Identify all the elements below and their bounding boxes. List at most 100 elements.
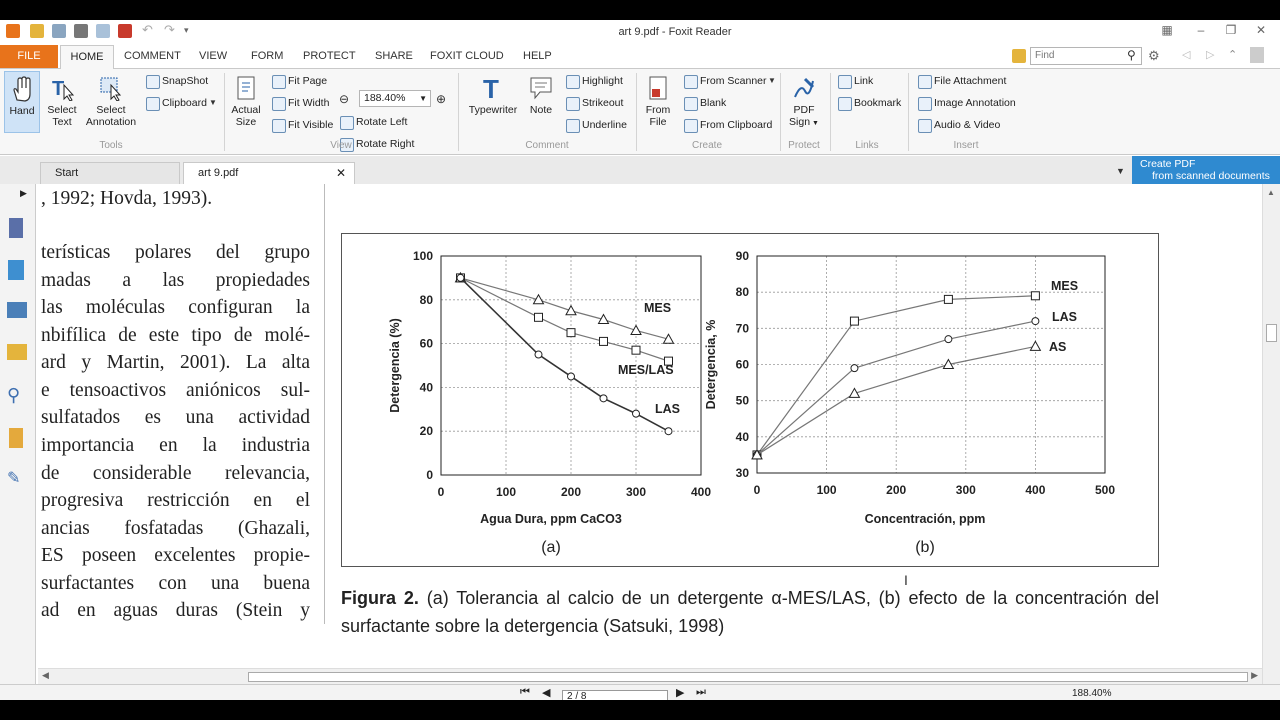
attachments-icon[interactable]: ⚲ [7,386,27,406]
foxit-reader-window: ↶ ↷ ▾ art 9.pdf - Foxit Reader ▦ – ❐ ✕ F… [0,20,1280,700]
tab-document-label: art 9.pdf [198,167,239,179]
snapshot-button[interactable]: SnapShot [146,73,208,89]
page-number-input[interactable]: 2 / 8 [562,690,668,700]
tab-home[interactable]: HOME [60,45,114,70]
actual-size-button[interactable]: Actual Size [228,75,264,128]
scroll-up-icon[interactable]: ▲ [1267,188,1275,197]
tab-document[interactable]: art 9.pdf ✕ [183,162,355,185]
typewriter-icon: T [483,75,499,101]
bookmark-button[interactable]: Bookmark [838,95,901,111]
from-clipboard-button[interactable]: From Clipboard [684,117,772,133]
security-icon[interactable] [9,428,23,448]
text-line: ard y Martin, 2001). La alta [41,352,310,373]
document-view[interactable]: , 1992; Hovda, 1993). terísticas polares … [38,184,1260,688]
bookmarks-icon[interactable] [9,218,23,238]
fit-visible-button[interactable]: Fit Visible [272,117,333,133]
hand-button[interactable]: Hand [4,71,40,133]
x-tick-label: 100 [496,485,516,499]
vertical-scroll-thumb[interactable] [1266,324,1277,342]
tab-file[interactable]: FILE [0,45,58,68]
horizontal-scrollbar[interactable]: ◀ ▶ [38,668,1262,684]
signatures-icon[interactable]: ✎ [7,470,27,490]
scroll-right-icon[interactable]: ▶ [1251,670,1258,681]
underline-button[interactable]: Underline [566,117,627,133]
gear-icon[interactable]: ⚙ [1148,48,1160,64]
create-pdf-banner[interactable]: Create PDF from scanned documents [1132,156,1280,184]
tab-foxit-cloud[interactable]: FOXIT CLOUD [430,50,504,62]
close-tab-icon[interactable]: ✕ [336,163,346,183]
from-scanner-button[interactable]: From Scanner [684,73,767,89]
tab-view[interactable]: VIEW [199,50,227,62]
previous-page-icon[interactable]: ◀ [542,686,550,699]
first-page-icon[interactable]: ⏮ [520,686,530,699]
search-icon[interactable]: ⚲ [1127,48,1136,62]
highlight-button[interactable]: Highlight [566,73,623,89]
typewriter-button[interactable]: T Typewriter [464,75,522,116]
pages-icon[interactable] [8,260,24,280]
horizontal-scroll-thumb[interactable] [248,672,1248,682]
collapse-ribbon-icon[interactable]: ⌃ [1228,48,1237,61]
group-label-comment: Comment [525,140,569,151]
y-tick-label: 40 [736,430,750,444]
select-annotation-button[interactable]: Select Annotation [82,75,140,128]
tab-protect[interactable]: PROTECT [303,50,356,62]
minimize-button[interactable]: – [1192,23,1210,39]
data-point-circle [1031,317,1040,326]
from-scanner-dropdown-icon[interactable]: ▼ [768,76,776,85]
next-page-icon[interactable]: ▶ [676,686,684,699]
group-label-insert: Insert [953,140,979,151]
link-button[interactable]: Link [838,73,873,89]
tab-form[interactable]: FORM [251,50,283,62]
actual-size-icon [237,76,255,100]
layout-icon[interactable]: ▦ [1158,23,1176,39]
maximize-button[interactable]: ❐ [1222,23,1240,39]
y-tick-label: 60 [420,337,434,351]
find-folder-icon[interactable] [1012,49,1026,63]
expand-panel-icon[interactable]: ▶ [20,188,27,199]
x-tick-label: 0 [754,483,761,497]
strikeout-button[interactable]: Strikeout [566,95,623,111]
rotate-left-button[interactable]: Rotate Left [340,114,407,130]
x-tick-label: 400 [1025,483,1045,497]
group-label-protect: Protect [788,140,820,151]
zoom-out-icon[interactable]: ⊖ [339,92,349,106]
from-file-button[interactable]: From File [640,75,676,128]
zoom-select[interactable]: 188.40% ▼ [359,90,431,107]
tab-comment[interactable]: COMMENT [124,50,181,62]
data-point-square [534,312,543,322]
find-input[interactable]: Find [1030,47,1142,65]
clipboard-button[interactable]: Clipboard [146,95,207,111]
select-text-button[interactable]: T Select Text [44,75,80,128]
file-attachment-button[interactable]: File Attachment [918,73,1006,89]
svg-text:T: T [483,75,499,101]
back-icon[interactable]: ◁ [1182,48,1190,61]
text-line: sulfatados es una actividad [41,407,310,428]
tab-share[interactable]: SHARE [375,50,413,62]
blank-button[interactable]: Blank [684,95,726,111]
comments-icon[interactable] [7,344,27,360]
select-text-label-1: Select [47,104,77,116]
zoom-in-icon[interactable]: ⊕ [436,92,446,106]
y-axis-label: Detergencia, % [704,320,718,410]
scroll-left-icon[interactable]: ◀ [42,670,49,681]
audio-video-button[interactable]: Audio & Video [918,117,1000,133]
user-icon[interactable] [1250,47,1264,63]
last-page-icon[interactable]: ⏭ [696,686,706,699]
tab-list-dropdown-icon[interactable]: ▼ [1116,166,1125,176]
data-point-square [943,294,953,304]
status-zoom-value[interactable]: 188.40% [1072,688,1111,699]
tab-help[interactable]: HELP [523,50,552,62]
image-annotation-button[interactable]: Image Annotation [918,95,1016,111]
data-point-square [631,345,641,355]
fit-width-button[interactable]: Fit Width [272,95,329,111]
group-label-tools: Tools [99,140,123,151]
tab-start[interactable]: Start [40,162,180,185]
pdf-sign-button[interactable]: PDF Sign ▼ [784,75,824,130]
clipboard-dropdown-icon[interactable]: ▼ [209,98,217,107]
vertical-scrollbar[interactable]: ▲ [1262,184,1280,688]
close-window-button[interactable]: ✕ [1252,23,1270,39]
note-button[interactable]: Note [524,75,558,116]
fit-page-button[interactable]: Fit Page [272,73,327,89]
forward-icon[interactable]: ▷ [1206,48,1214,61]
layers-icon[interactable] [7,302,27,318]
